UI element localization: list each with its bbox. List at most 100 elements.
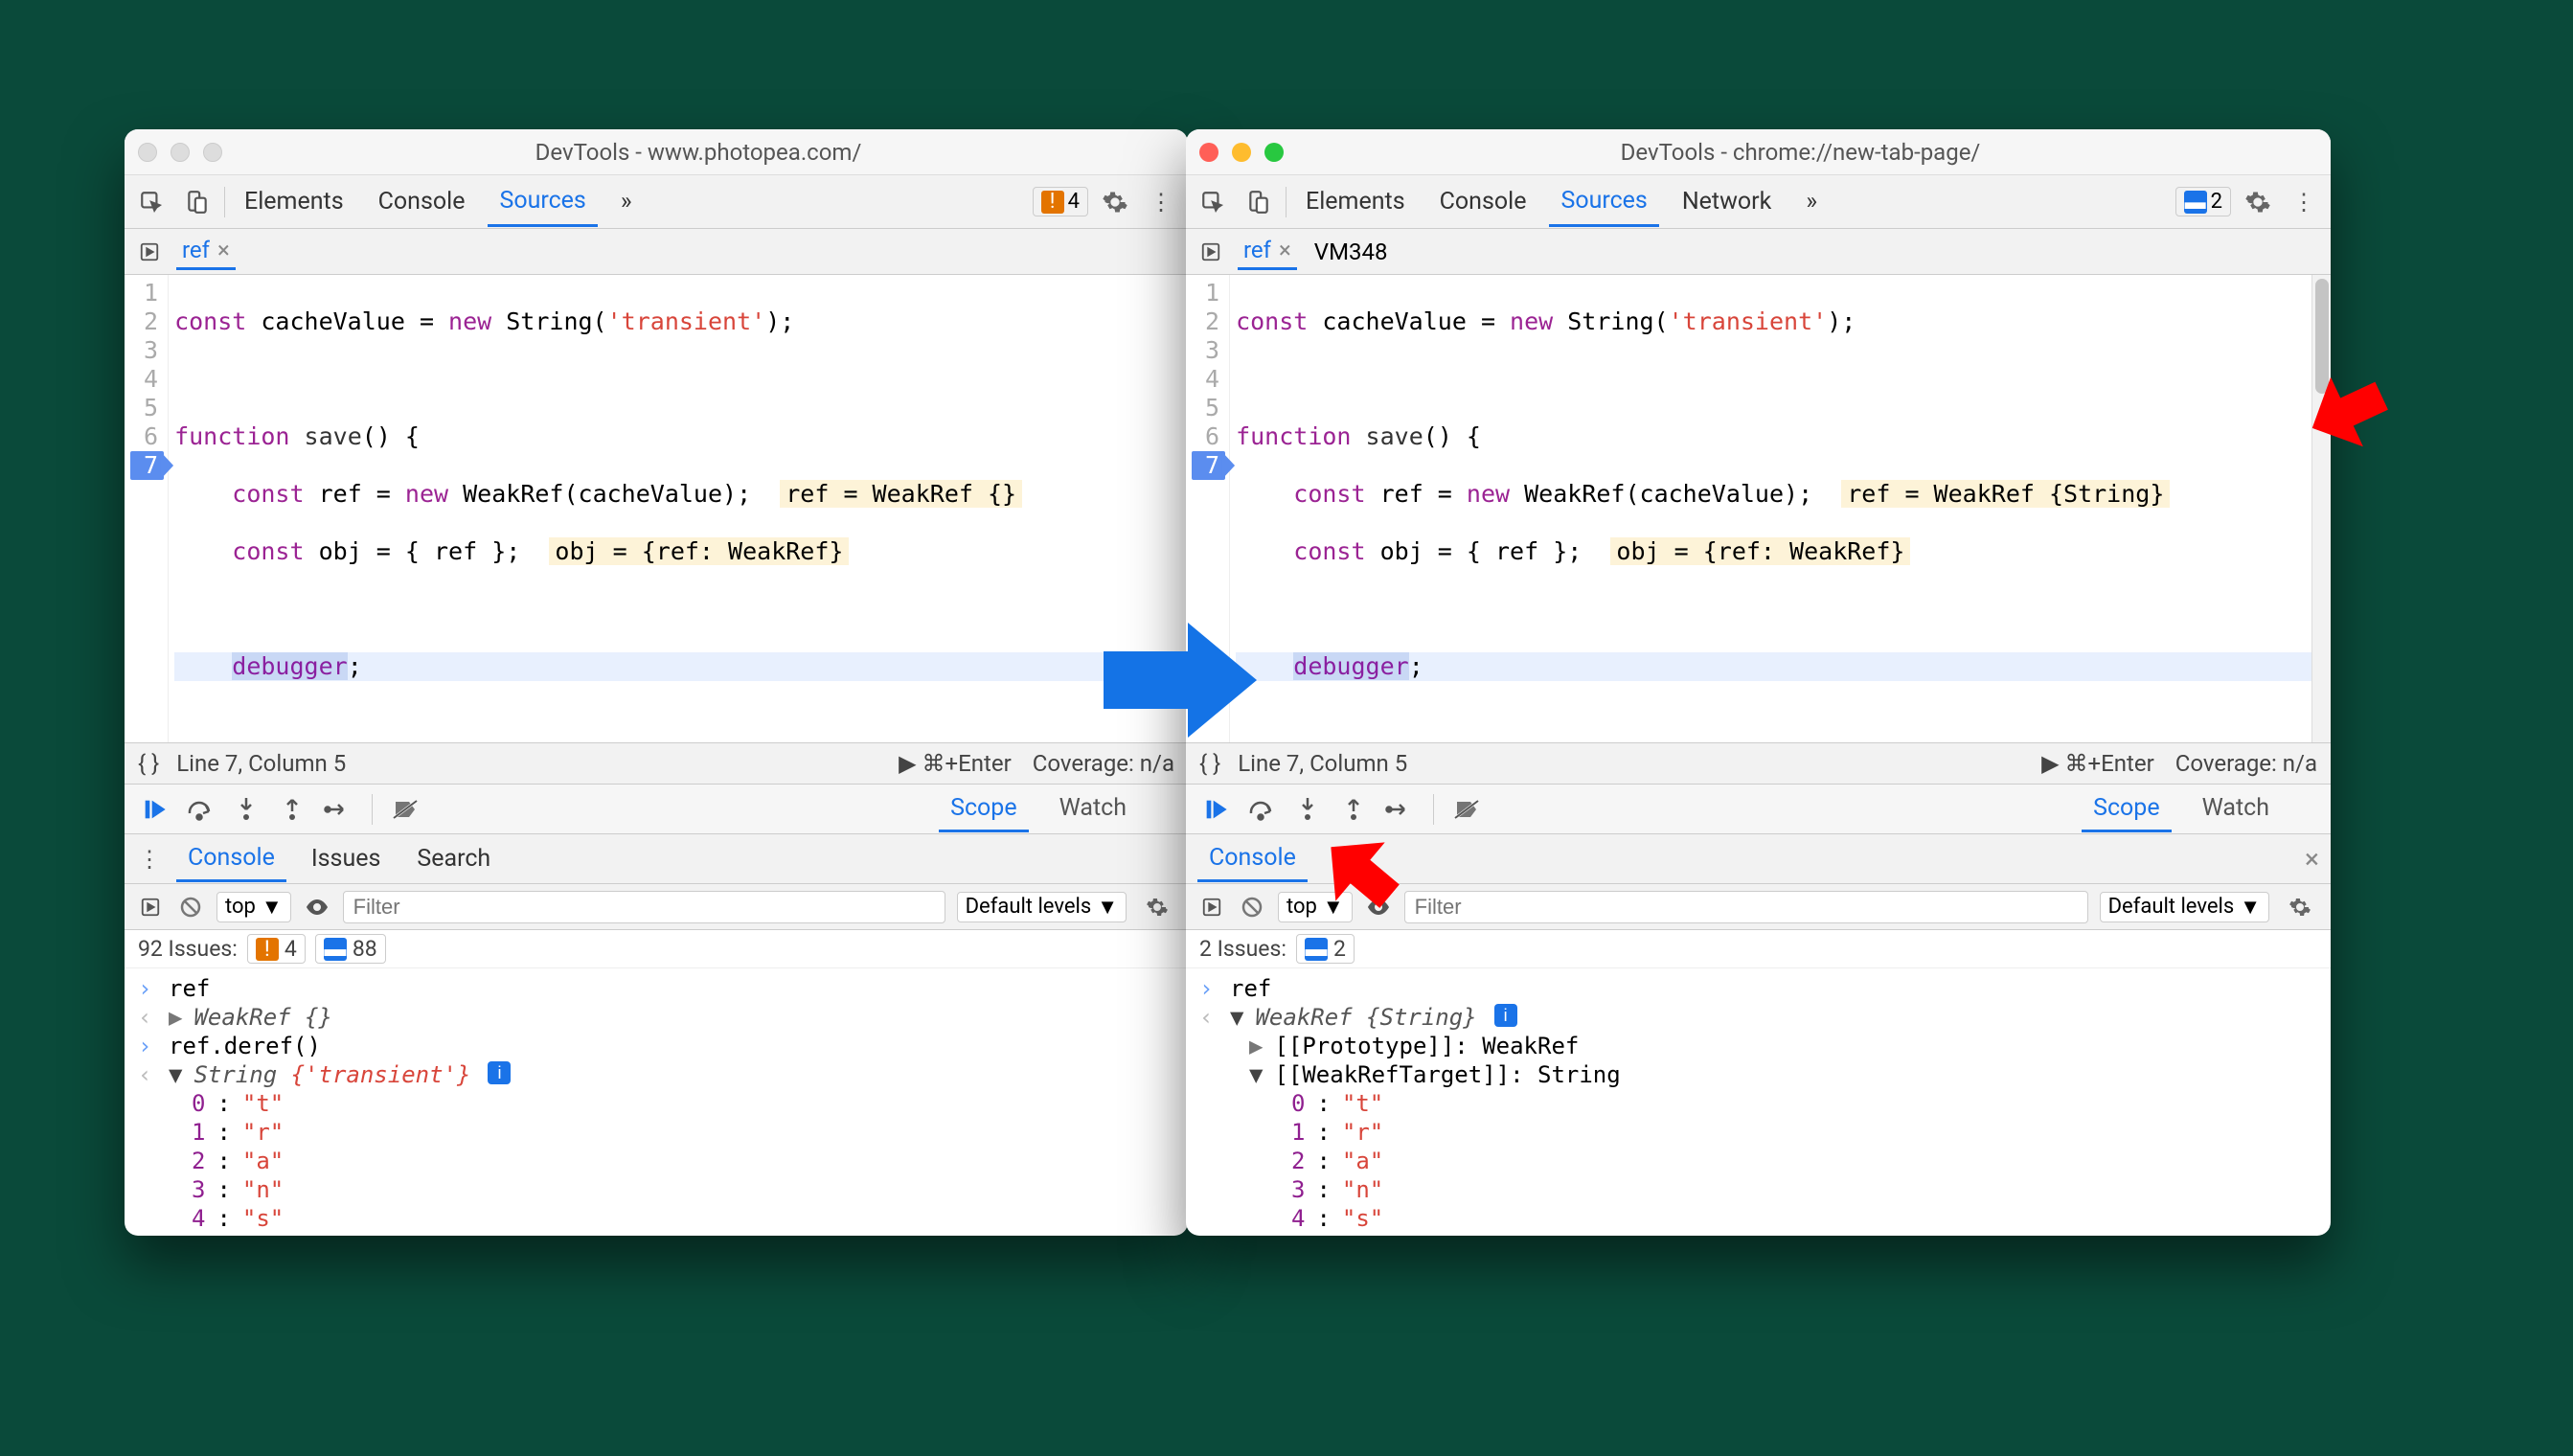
console-prop-row: 2: "a"	[1186, 1147, 2331, 1175]
gear-icon[interactable]	[1138, 888, 1176, 926]
levels-dropdown[interactable]: Default levels ▼	[957, 892, 1127, 922]
step-over-icon[interactable]	[182, 791, 218, 828]
close-icon[interactable]: ×	[1279, 237, 1291, 263]
console-output-row[interactable]: ‹▶ WeakRef {}	[125, 1003, 1188, 1032]
eye-icon[interactable]	[303, 888, 331, 926]
console-prop-row: 4: "s"	[1186, 1204, 2331, 1233]
levels-dropdown[interactable]: Default levels ▼	[2100, 892, 2269, 922]
clear-icon[interactable]	[176, 888, 205, 926]
tabs-overflow[interactable]: »	[609, 178, 644, 225]
tab-elements[interactable]: Elements	[233, 178, 355, 225]
zoom-dot[interactable]	[1264, 143, 1284, 162]
step-into-icon[interactable]	[1289, 791, 1326, 828]
close-icon[interactable]: ×	[217, 237, 230, 263]
run-icon[interactable]	[136, 888, 165, 926]
inspect-icon[interactable]	[132, 183, 171, 221]
filter-input[interactable]	[343, 891, 945, 923]
run-icon[interactable]: ▶ ⌘+Enter	[899, 750, 1012, 777]
gear-icon[interactable]	[1096, 183, 1134, 221]
file-tab-vm[interactable]: VM348	[1309, 235, 1394, 269]
file-tab-ref[interactable]: ref ×	[1238, 233, 1297, 270]
gear-icon[interactable]	[2281, 888, 2319, 926]
issues-badge[interactable]: ▬ 2	[2175, 187, 2231, 216]
drawer-tab-issues[interactable]: Issues	[300, 837, 393, 880]
close-dot[interactable]	[138, 143, 157, 162]
zoom-dot[interactable]	[203, 143, 222, 162]
issues-summary[interactable]: 92 Issues: !4 ▬88	[125, 930, 1188, 968]
console-prop-row: 1: "r"	[1186, 1118, 2331, 1147]
resume-icon[interactable]	[136, 791, 172, 828]
file-tab-bar: ref × VM348	[1186, 229, 2331, 275]
code-body[interactable]: const cacheValue = new String('transient…	[1230, 275, 2331, 742]
chevron-down-icon: ▼	[1097, 895, 1118, 920]
info-icon[interactable]: i	[1494, 1004, 1517, 1027]
console-output-row[interactable]: ‹▼ WeakRef {String}i	[1186, 1003, 2331, 1032]
code-editor[interactable]: 123456 7 const cacheValue = new String('…	[125, 275, 1188, 742]
kebab-icon[interactable]: ⋮	[2285, 183, 2323, 221]
tab-sources[interactable]: Sources	[1549, 177, 1658, 227]
clear-icon[interactable]	[1238, 888, 1266, 926]
cursor-pos: Line 7, Column 5	[1238, 750, 1407, 777]
code-editor[interactable]: 123456 7 const cacheValue = new String('…	[1186, 275, 2331, 742]
drawer-tab-console[interactable]: Console	[176, 836, 286, 882]
file-tab-label: ref	[182, 237, 210, 263]
braces-icon[interactable]: { }	[1199, 750, 1220, 777]
watch-tab[interactable]: Watch	[1048, 786, 1138, 832]
device-icon[interactable]	[178, 183, 216, 221]
watch-tab[interactable]: Watch	[2191, 786, 2281, 832]
close-dot[interactable]	[1199, 143, 1218, 162]
console-output-row[interactable]: ‹▼ String {'transient'}i	[125, 1060, 1188, 1089]
tab-network[interactable]: Network	[1671, 178, 1783, 225]
coverage-label: Coverage: n/a	[2175, 750, 2317, 777]
scope-tab[interactable]: Scope	[939, 786, 1028, 832]
scrollbar[interactable]	[2311, 275, 2331, 742]
run-snippet-icon[interactable]	[1195, 233, 1226, 271]
tab-console[interactable]: Console	[1428, 178, 1538, 225]
console-prop-row: 0: "t"	[125, 1089, 1188, 1118]
console-output[interactable]: ›ref ‹▶ WeakRef {} ›ref.deref() ‹▼ Strin…	[125, 968, 1188, 1236]
console-subhead-row[interactable]: ▼ [[WeakRefTarget]]: String	[1186, 1060, 2331, 1089]
step-into-icon[interactable]	[228, 791, 264, 828]
tab-elements[interactable]: Elements	[1294, 178, 1417, 225]
step-out-icon[interactable]	[274, 791, 310, 828]
filter-input[interactable]	[1404, 891, 2088, 923]
step-icon[interactable]	[1381, 791, 1418, 828]
minimize-dot[interactable]	[171, 143, 190, 162]
console-prop-row: 1: "r"	[125, 1118, 1188, 1147]
console-toolbar: top ▼ Default levels ▼	[1186, 884, 2331, 930]
minimize-dot[interactable]	[1232, 143, 1251, 162]
gear-icon[interactable]	[2239, 183, 2277, 221]
run-snippet-icon[interactable]	[134, 233, 165, 271]
kebab-icon[interactable]: ⋮	[1142, 183, 1180, 221]
scrollbar-thumb[interactable]	[2315, 279, 2329, 394]
file-tab-ref[interactable]: ref ×	[176, 233, 236, 270]
tabs-overflow[interactable]: »	[1794, 178, 1829, 225]
drawer-tab-search[interactable]: Search	[405, 837, 502, 880]
resume-icon[interactable]	[1197, 791, 1234, 828]
issues-warning-pill: !4	[247, 934, 306, 964]
step-out-icon[interactable]	[1335, 791, 1372, 828]
context-dropdown[interactable]: top ▼	[1278, 892, 1353, 922]
step-over-icon[interactable]	[1243, 791, 1280, 828]
inspect-icon[interactable]	[1194, 183, 1232, 221]
console-subhead-row[interactable]: ▶ [[Prototype]]: WeakRef	[1186, 1032, 2331, 1060]
deactivate-breakpoints-icon[interactable]	[1449, 791, 1486, 828]
context-dropdown[interactable]: top ▼	[216, 892, 291, 922]
scope-tab[interactable]: Scope	[2082, 786, 2171, 832]
console-output[interactable]: ›ref ‹▼ WeakRef {String}i ▶ [[Prototype]…	[1186, 968, 2331, 1236]
drawer-tab-console[interactable]: Console	[1197, 836, 1308, 882]
tab-console[interactable]: Console	[367, 178, 477, 225]
braces-icon[interactable]: { }	[138, 750, 159, 777]
deactivate-breakpoints-icon[interactable]	[388, 791, 424, 828]
device-icon[interactable]	[1240, 183, 1278, 221]
kebab-icon[interactable]: ⋮	[136, 840, 163, 878]
code-body[interactable]: const cacheValue = new String('transient…	[169, 275, 1188, 742]
issues-badge[interactable]: ! 4	[1033, 187, 1088, 216]
run-icon[interactable]: ▶ ⌘+Enter	[2041, 750, 2154, 777]
tab-sources[interactable]: Sources	[488, 177, 597, 227]
step-icon[interactable]	[320, 791, 356, 828]
info-icon[interactable]: i	[488, 1061, 511, 1084]
close-icon[interactable]: ×	[2305, 843, 2319, 875]
issues-summary[interactable]: 2 Issues: ▬2	[1186, 930, 2331, 968]
run-icon[interactable]	[1197, 888, 1226, 926]
